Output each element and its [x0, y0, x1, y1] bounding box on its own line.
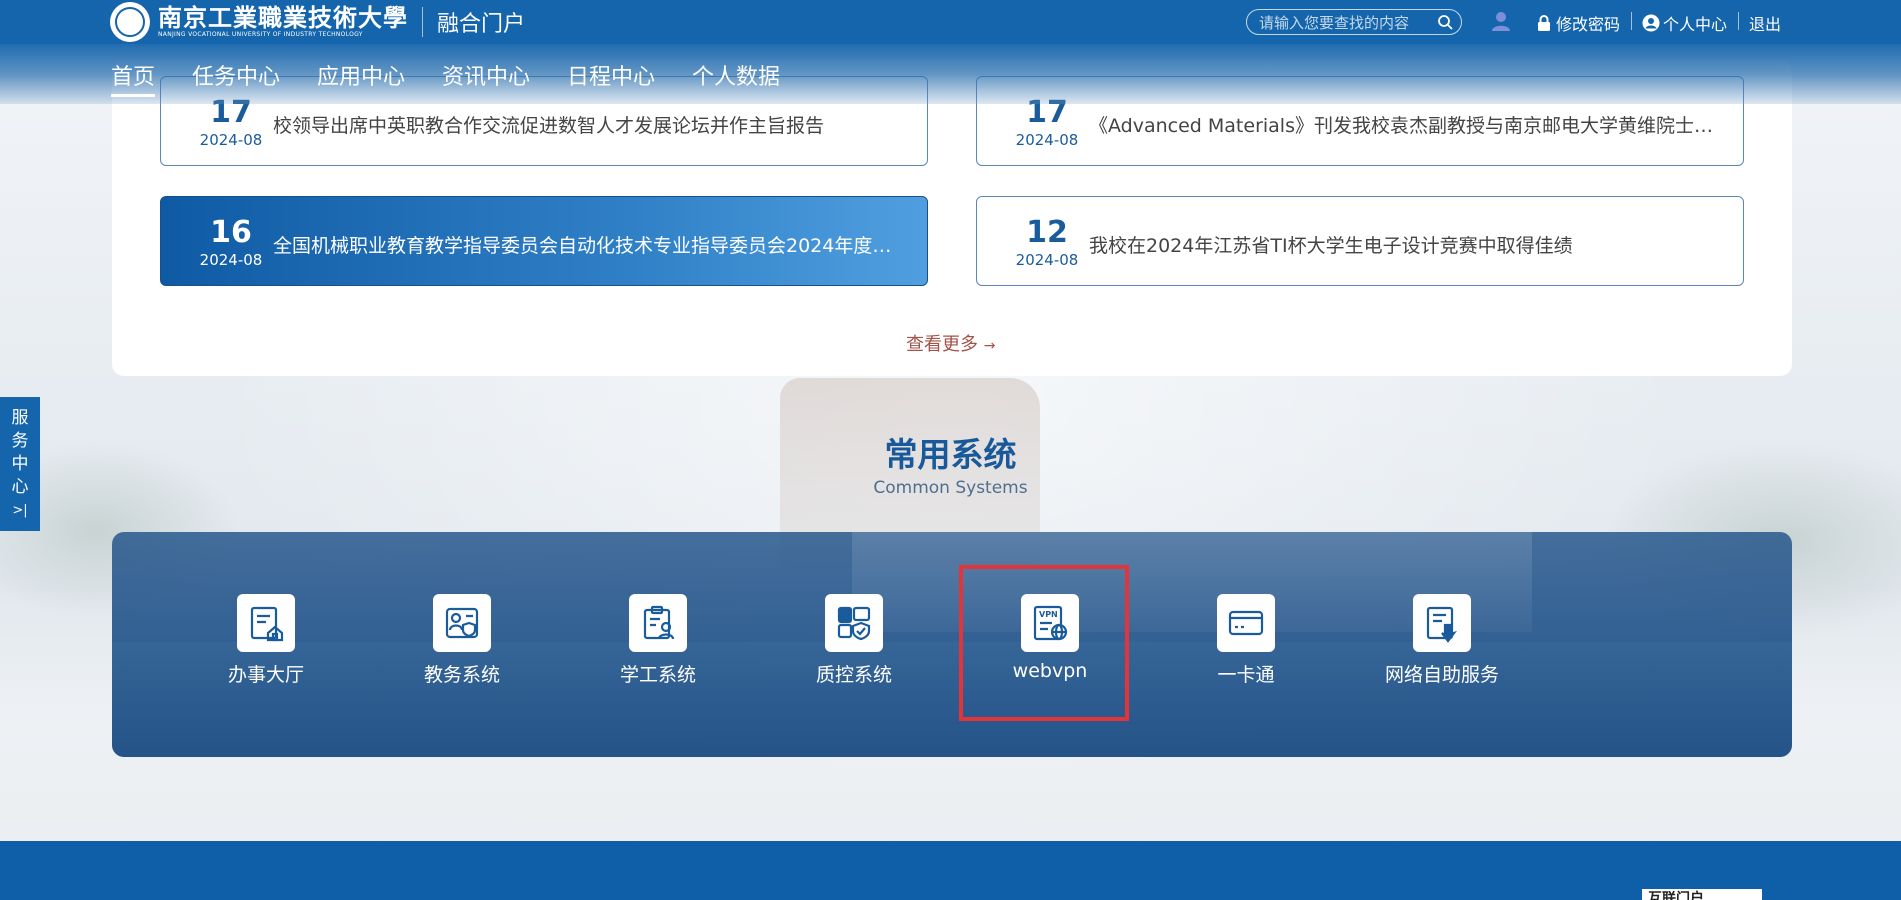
university-logo[interactable]: 南京工業職業技術大學 NANJING VOCATIONAL UNIVERSITY…: [110, 2, 525, 42]
side-tab-char: 心: [11, 477, 29, 497]
personal-center-label: 个人中心: [1663, 15, 1728, 34]
change-password-label: 修改密码: [1556, 15, 1621, 34]
university-name-en: NANJING VOCATIONAL UNIVERSITY OF INDUSTR…: [158, 31, 363, 38]
system-service-hall[interactable]: 办事大厅: [181, 594, 351, 687]
arrow-right-icon: →: [983, 338, 996, 354]
service-center-side-tab[interactable]: 服 务 中 心 >|: [0, 397, 40, 531]
system-label: 学工系统: [619, 664, 696, 686]
news-date: 2024-08: [199, 251, 263, 269]
section-title: 常用系统: [884, 435, 1017, 474]
system-student-affairs[interactable]: 学工系统: [573, 594, 743, 687]
personal-center-link[interactable]: 个人中心: [1642, 11, 1727, 35]
university-seal-icon: [110, 2, 150, 42]
system-label: 办事大厅: [227, 664, 304, 686]
lock-icon: [1538, 15, 1550, 31]
common-systems-panel: 办事大厅 教务系统 学工系统 质控系统 VPN webvpn 一卡通 网络自助服…: [112, 532, 1792, 757]
news-card: 17 2024-08 校领导出席中英职教合作交流促进数智人才发展论坛并作主旨报告…: [112, 60, 1792, 376]
main-nav: 首页 任务中心 应用中心 资讯中心 日程中心 个人数据: [0, 44, 1901, 104]
card-icon: [1217, 594, 1275, 652]
nav-home[interactable]: 首页: [111, 59, 156, 97]
top-header: 南京工業職業技術大學 NANJING VOCATIONAL UNIVERSITY…: [0, 0, 1901, 44]
system-label: 网络自助服务: [1384, 664, 1499, 686]
header-divider: [1738, 12, 1739, 30]
news-item-featured[interactable]: 16 2024-08 全国机械职业教育教学指导委员会自动化技术专业指导委员会20…: [160, 196, 928, 286]
portal-title: 融合门户: [437, 12, 526, 37]
change-password-link[interactable]: 修改密码: [1536, 11, 1620, 35]
news-title: 全国机械职业教育教学指导委员会自动化技术专业指导委员会2024年度…: [273, 235, 892, 257]
logout-label: 退出: [1749, 15, 1782, 34]
network-self-service-icon: [1413, 594, 1471, 652]
logout-link[interactable]: 退出: [1749, 11, 1781, 35]
header-divider: [1631, 12, 1632, 30]
quality-control-icon: [825, 594, 883, 652]
system-academic-affairs[interactable]: 教务系统: [377, 594, 547, 687]
footer-link-box[interactable]: 互联门户: [1642, 889, 1762, 900]
nav-info-center[interactable]: 资讯中心: [442, 59, 530, 91]
system-label: 一卡通: [1217, 664, 1275, 686]
search-icon[interactable]: [1437, 14, 1453, 30]
panel-background-water: [112, 642, 1792, 757]
side-tab-char: 服: [11, 408, 29, 428]
system-quality-control[interactable]: 质控系统: [769, 594, 939, 687]
news-title: 《Advanced Materials》刊发我校袁杰副教授与南京邮电大学黄维院士…: [1089, 115, 1713, 137]
nav-personal-data[interactable]: 个人数据: [692, 59, 780, 91]
system-label: 质控系统: [815, 664, 892, 686]
search-box[interactable]: [1246, 9, 1462, 35]
news-date: 2024-08: [1015, 131, 1079, 149]
user-circle-icon: [1642, 14, 1660, 32]
news-date: 2024-08: [1015, 251, 1079, 269]
user-avatar-icon[interactable]: [1490, 10, 1512, 32]
nav-task-center[interactable]: 任务中心: [192, 59, 280, 91]
student-affairs-icon: [629, 594, 687, 652]
news-day: 16: [210, 215, 252, 250]
view-more-link[interactable]: 查看更多 →: [906, 330, 995, 356]
side-tab-char: 中: [11, 454, 29, 474]
news-date: 2024-08: [199, 131, 263, 149]
side-tab-char: 务: [11, 431, 29, 451]
nav-app-center[interactable]: 应用中心: [317, 59, 405, 91]
system-campus-card[interactable]: 一卡通: [1161, 594, 1331, 687]
news-title: 我校在2024年江苏省TI杯大学生电子设计竞赛中取得佳绩: [1089, 235, 1573, 257]
system-label: 教务系统: [423, 664, 500, 686]
highlight-annotation-box: [959, 565, 1129, 721]
section-subtitle: Common Systems: [873, 478, 1028, 498]
footer: [0, 841, 1901, 900]
academic-affairs-icon: [433, 594, 491, 652]
nav-schedule-center[interactable]: 日程中心: [567, 59, 655, 91]
view-more-label: 查看更多: [906, 334, 978, 355]
system-network-self-service[interactable]: 网络自助服务: [1357, 594, 1527, 687]
news-title: 校领导出席中英职教合作交流促进数智人才发展论坛并作主旨报告: [273, 115, 825, 137]
news-day: 12: [1026, 215, 1068, 250]
university-name-cn: 南京工業職業技術大學: [158, 3, 408, 32]
search-input[interactable]: [1257, 12, 1431, 34]
news-item[interactable]: 12 2024-08 我校在2024年江苏省TI杯大学生电子设计竞赛中取得佳绩: [976, 196, 1744, 286]
logo-divider: [422, 7, 423, 37]
expand-arrow-icon: >|: [12, 503, 28, 518]
service-hall-icon: [237, 594, 295, 652]
